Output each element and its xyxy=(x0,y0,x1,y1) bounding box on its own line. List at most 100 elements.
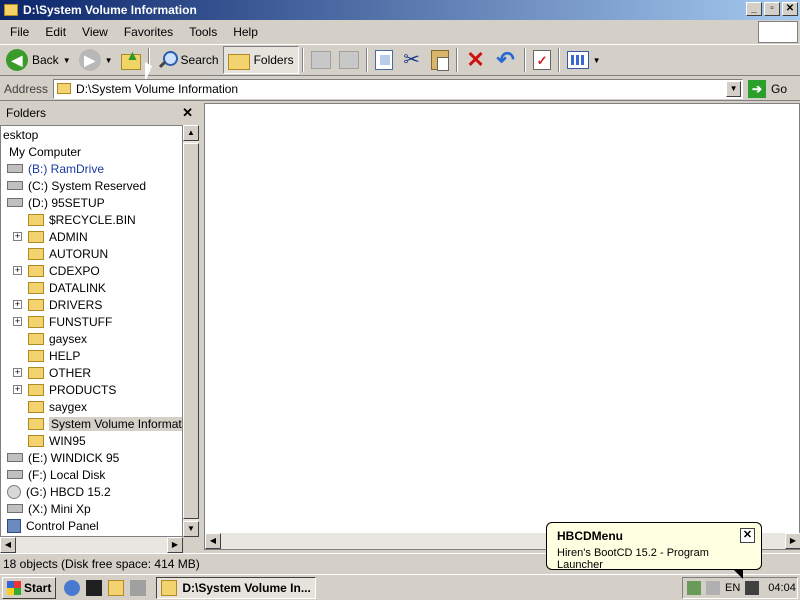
delete-button[interactable]: ✕ xyxy=(461,46,491,74)
tree-item[interactable]: + OTHER xyxy=(13,364,91,381)
tree-item[interactable]: + DRIVERS xyxy=(13,296,102,313)
menu-file[interactable]: File xyxy=(2,25,37,39)
tree-item[interactable]: DATALINK xyxy=(13,279,106,296)
command-prompt-icon[interactable] xyxy=(86,579,103,596)
tree-item-label: WIN95 xyxy=(49,433,86,448)
tree-item[interactable]: (E:) WINDICK 95 xyxy=(1,449,119,466)
expand-icon[interactable]: + xyxy=(13,300,22,309)
tree-item[interactable]: (F:) Local Disk xyxy=(1,466,105,483)
tree-item[interactable]: + ADMIN xyxy=(13,228,88,245)
copy-to-button[interactable] xyxy=(335,46,363,74)
close-icon[interactable]: ✕ xyxy=(182,105,193,121)
tree-item[interactable]: (G:) HBCD 15.2 xyxy=(1,483,111,500)
tree-item[interactable]: $RECYCLE.BIN xyxy=(13,211,136,228)
tree-item[interactable]: saygex xyxy=(13,398,87,415)
folders-icon xyxy=(227,54,250,70)
title-bar[interactable]: D:\System Volume Information _ ▫ ✕ xyxy=(0,0,800,20)
drive-icon[interactable] xyxy=(706,581,720,595)
file-list-pane[interactable]: ◀ ▶ xyxy=(204,103,800,550)
forward-button[interactable]: ▶ ▼ xyxy=(75,46,117,74)
network-icon[interactable] xyxy=(687,581,701,595)
scroll-left-button[interactable]: ◀ xyxy=(0,537,16,553)
tree-item[interactable]: (C:) System Reserved xyxy=(1,177,146,194)
language-indicator[interactable]: EN xyxy=(725,582,740,594)
tree-item[interactable]: AUTORUN xyxy=(13,245,108,262)
scroll-left-button[interactable]: ◀ xyxy=(205,533,221,549)
properties-icon xyxy=(532,50,551,70)
chevron-down-icon[interactable]: ▼ xyxy=(63,56,71,65)
tree-item[interactable]: + FUNSTUFF xyxy=(13,313,112,330)
move-to-button[interactable] xyxy=(307,46,335,74)
menu-tools[interactable]: Tools xyxy=(181,25,225,39)
tree-item[interactable]: System Volume Information xyxy=(13,415,182,432)
tree-item[interactable]: My Computer xyxy=(9,143,81,160)
toolbar-separator xyxy=(557,48,560,72)
start-button[interactable]: Start xyxy=(2,576,57,599)
paste-button[interactable] xyxy=(427,46,453,74)
expand-icon[interactable]: + xyxy=(13,317,22,326)
folder-icon xyxy=(28,264,44,277)
chevron-down-icon[interactable]: ▼ xyxy=(105,56,113,65)
show-desktop-icon[interactable] xyxy=(130,579,147,596)
balloon-title: HBCDMenu xyxy=(557,529,623,543)
chevron-down-icon[interactable]: ▼ xyxy=(593,56,601,65)
copy-button[interactable] xyxy=(371,46,397,74)
views-button[interactable]: ▼ xyxy=(563,46,605,74)
expand-icon[interactable]: + xyxy=(13,266,22,275)
hbcd-menu-icon[interactable] xyxy=(745,581,760,595)
menu-favorites[interactable]: Favorites xyxy=(116,25,181,39)
tree-item[interactable]: + PRODUCTS xyxy=(13,381,116,398)
tree-item[interactable]: (D:) 95SETUP xyxy=(1,194,105,211)
tree-item[interactable]: (X:) Mini Xp xyxy=(1,500,91,517)
go-button[interactable]: ➔ Go xyxy=(748,79,787,98)
scroll-right-button[interactable]: ▶ xyxy=(785,533,800,549)
address-input[interactable]: D:\System Volume Information ▼ xyxy=(53,78,744,99)
menu-help[interactable]: Help xyxy=(225,25,266,39)
explorer-icon[interactable] xyxy=(108,579,125,596)
up-button[interactable] xyxy=(117,46,145,74)
tree-item[interactable]: (B:) RamDrive xyxy=(1,160,104,177)
clock[interactable]: 04:04 xyxy=(768,582,796,594)
horizontal-scrollbar[interactable]: ◀ ▶ xyxy=(0,537,183,553)
tree-item[interactable]: Control Panel xyxy=(1,517,99,534)
tree-item-label: (F:) Local Disk xyxy=(28,467,106,482)
menu-edit[interactable]: Edit xyxy=(37,25,74,39)
vertical-scrollbar[interactable]: ▲ ▼ xyxy=(183,125,199,537)
tree-item[interactable]: HELP xyxy=(13,347,80,364)
scroll-right-button[interactable]: ▶ xyxy=(167,537,183,553)
maximize-button[interactable]: ▫ xyxy=(764,2,780,16)
chevron-down-icon[interactable]: ▼ xyxy=(726,80,742,97)
notification-balloon[interactable]: HBCDMenu Hiren's BootCD 15.2 - Program L… xyxy=(546,522,762,579)
scroll-up-button[interactable]: ▲ xyxy=(183,125,199,141)
tree-item[interactable]: WIN95 xyxy=(13,432,86,449)
undo-button[interactable]: ↶ xyxy=(491,46,521,74)
scroll-down-button[interactable]: ▼ xyxy=(183,521,199,537)
tree-item-label: (G:) HBCD 15.2 xyxy=(26,484,111,499)
folder-tree[interactable]: esktop My Computer (B:) RamDrive (C:) Syste… xyxy=(0,125,183,537)
close-icon[interactable]: ✕ xyxy=(740,528,755,543)
expand-icon[interactable]: + xyxy=(13,232,22,241)
cut-button[interactable]: ✂ xyxy=(397,46,427,74)
tree-item-label: esktop xyxy=(3,127,39,142)
tree-item[interactable]: gaysex xyxy=(13,330,87,347)
go-arrow-icon: ➔ xyxy=(748,79,767,98)
folders-button[interactable]: Folders xyxy=(222,46,299,74)
tree-item[interactable]: + CDEXPO xyxy=(13,262,100,279)
menu-view[interactable]: View xyxy=(74,25,116,39)
close-button[interactable]: ✕ xyxy=(782,2,798,16)
back-button[interactable]: ◀ Back ▼ xyxy=(2,46,75,74)
taskbar-window-button[interactable]: D:\System Volume In... xyxy=(156,576,317,599)
tree-item-label: (E:) WINDICK 95 xyxy=(28,450,120,465)
folder-icon xyxy=(28,315,44,328)
properties-button[interactable] xyxy=(529,46,555,74)
minimize-button[interactable]: _ xyxy=(746,2,762,16)
start-label: Start xyxy=(24,580,52,595)
tree-item[interactable]: esktop xyxy=(3,126,38,143)
scroll-thumb[interactable] xyxy=(183,143,199,519)
drive-icon xyxy=(7,198,23,207)
internet-explorer-icon[interactable] xyxy=(64,579,81,596)
search-button[interactable]: Search xyxy=(153,46,223,74)
expand-icon[interactable]: + xyxy=(13,368,22,377)
quick-launch xyxy=(64,579,147,596)
expand-icon[interactable]: + xyxy=(13,385,22,394)
